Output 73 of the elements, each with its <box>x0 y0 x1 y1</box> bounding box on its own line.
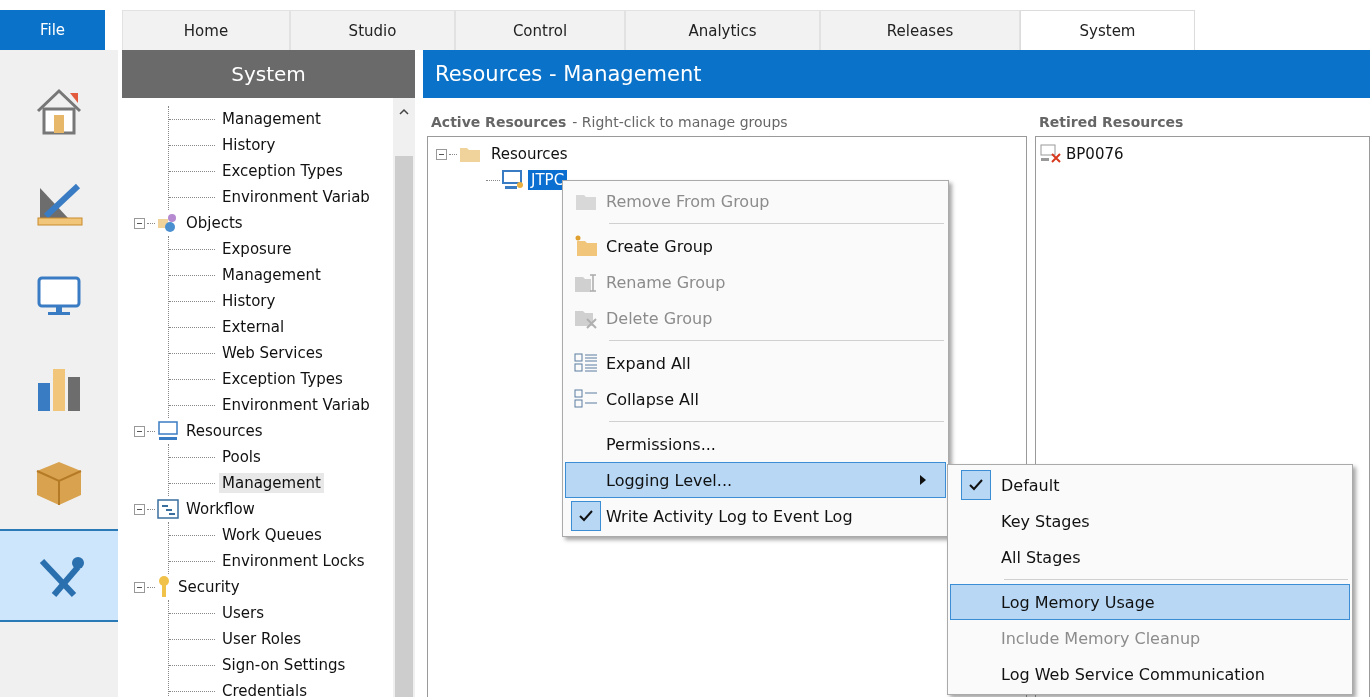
tree-item[interactable]: Environment Variab <box>219 395 373 415</box>
sidebar-title: System <box>122 50 415 98</box>
tree-item[interactable]: Work Queues <box>219 525 325 545</box>
menu-item[interactable]: Default <box>950 467 1350 503</box>
menu-item[interactable]: Collapse All <box>565 381 946 417</box>
ribbon-tab[interactable]: Home <box>122 10 290 50</box>
expand-all-icon <box>574 352 598 374</box>
tree-item[interactable]: Credentials <box>219 681 311 697</box>
tree-item[interactable]: Exception Types <box>219 369 346 389</box>
tree-item[interactable]: External <box>219 317 288 337</box>
retired-computer-icon <box>1040 144 1064 164</box>
collapse-toggle[interactable] <box>134 217 145 229</box>
key-icon <box>157 576 171 598</box>
nav-rail-item[interactable] <box>0 529 118 622</box>
file-tab[interactable]: File <box>0 10 105 50</box>
tree-item[interactable]: Pools <box>219 447 264 467</box>
menu-item[interactable]: Create Group <box>565 228 946 264</box>
tree-item[interactable]: Exposure <box>219 239 295 259</box>
collapse-all-icon <box>574 388 598 410</box>
tree-item[interactable]: Management <box>219 109 324 129</box>
tree-item[interactable]: Sign-on Settings <box>219 655 349 675</box>
ribbon-tab[interactable]: Releases <box>820 10 1020 50</box>
tree-item[interactable]: User Roles <box>219 629 305 649</box>
bar-chart-icon <box>36 366 82 413</box>
menu-item[interactable]: Log Memory Usage <box>950 584 1350 620</box>
tree-item[interactable]: Security <box>175 577 243 597</box>
tree-item[interactable]: Environment Locks <box>219 551 368 571</box>
computer-icon <box>502 170 524 190</box>
collapse-toggle[interactable] <box>134 425 145 437</box>
ribbon-tab[interactable]: System <box>1020 10 1195 50</box>
tree-item[interactable]: Environment Variab <box>219 187 373 207</box>
scroll-up-icon[interactable] <box>399 107 409 115</box>
page-title: Resources - Management <box>423 50 1370 98</box>
tree-item[interactable]: Resources <box>183 421 266 441</box>
menu-item[interactable]: All Stages <box>950 539 1350 575</box>
tree-item[interactable]: Users <box>219 603 267 623</box>
menu-item[interactable]: Expand All <box>565 345 946 381</box>
scrollbar[interactable] <box>393 98 415 697</box>
panel-heading: Retired Resources <box>1039 114 1184 130</box>
menu-item[interactable]: Write Activity Log to Event Log <box>565 498 946 534</box>
ribbon-tab[interactable]: Analytics <box>625 10 820 50</box>
menu-item[interactable]: Key Stages <box>950 503 1350 539</box>
list-item[interactable]: BP0076 <box>1066 145 1124 163</box>
menu-item[interactable]: Permissions... <box>565 426 946 462</box>
tree-item[interactable]: Exception Types <box>219 161 346 181</box>
check-icon <box>579 510 593 522</box>
tree-item[interactable]: Objects <box>183 213 246 233</box>
tree-item[interactable]: Management <box>219 473 324 493</box>
folder-icon <box>459 145 481 163</box>
objects-icon <box>157 213 179 233</box>
new-folder-icon <box>574 235 598 257</box>
house-icon <box>34 86 84 135</box>
collapse-toggle[interactable] <box>134 581 145 593</box>
menu-item[interactable]: Logging Level... <box>565 462 946 498</box>
tree-item[interactable]: Resources <box>491 145 568 163</box>
panel-heading: Active Resources <box>431 114 567 130</box>
tree-item[interactable]: History <box>219 291 279 311</box>
tree-item[interactable]: JTPC <box>528 170 568 190</box>
check-icon <box>969 479 983 491</box>
tree-item[interactable]: Web Services <box>219 343 326 363</box>
ribbon-tab[interactable]: Studio <box>290 10 455 50</box>
panel-hint: - Right-click to manage groups <box>572 114 788 130</box>
monitor-icon <box>157 421 179 441</box>
ribbon-tab[interactable]: Control <box>455 10 625 50</box>
menu-item[interactable]: Log Web Service Communication <box>950 656 1350 692</box>
collapse-toggle[interactable] <box>134 503 145 515</box>
tree-item[interactable]: History <box>219 135 279 155</box>
tree-item[interactable]: Management <box>219 265 324 285</box>
tree-item[interactable]: Workflow <box>183 499 258 519</box>
submenu-arrow-icon <box>919 474 927 486</box>
workflow-icon <box>157 499 179 519</box>
rename-folder-icon <box>574 271 598 293</box>
collapse-toggle[interactable] <box>436 148 447 160</box>
